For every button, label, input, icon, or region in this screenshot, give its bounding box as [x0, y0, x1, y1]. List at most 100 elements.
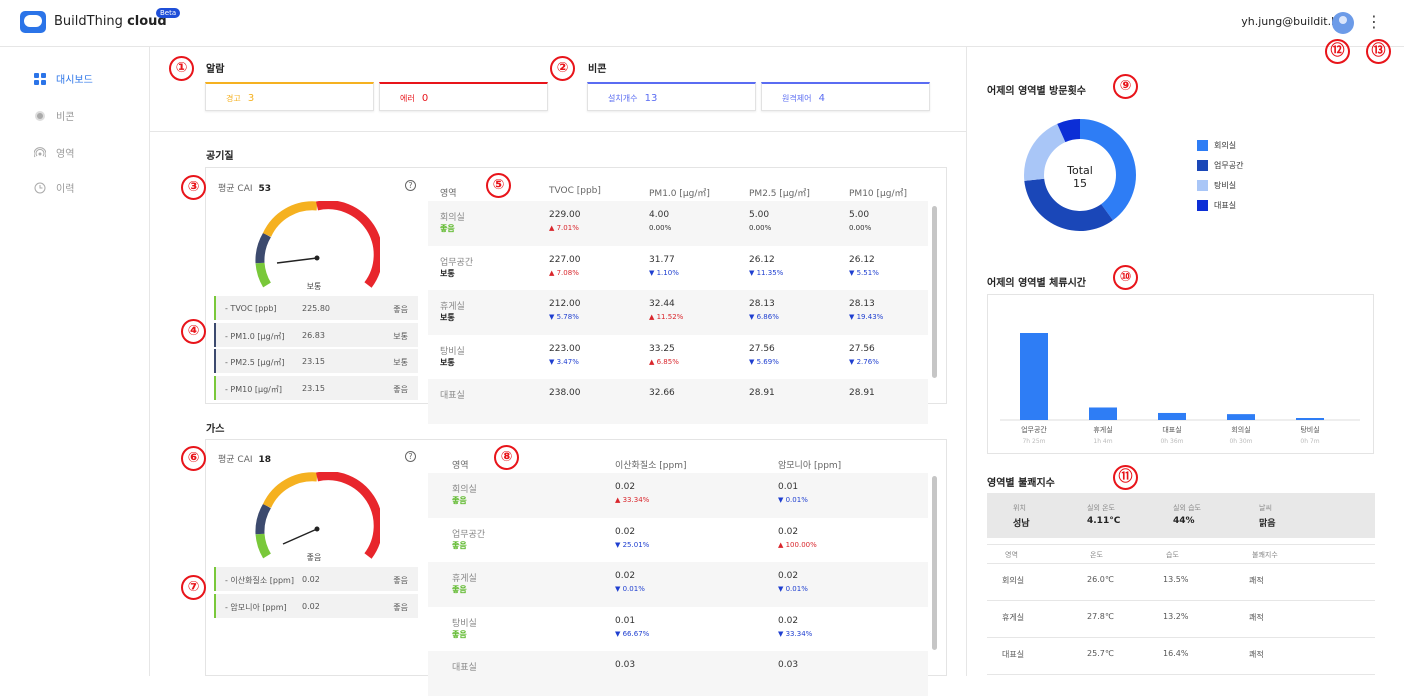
cell-value: 0.02: [778, 526, 799, 537]
cell-change: ▼ 66.67%: [615, 629, 650, 638]
sidebar-item-area[interactable]: 영역: [34, 145, 74, 160]
bar-duration-label: 0h 7m: [1300, 438, 1319, 445]
cell-change: ▼ 0.01%: [778, 585, 808, 593]
table-row[interactable]: [428, 562, 928, 607]
legend-swatch: [1197, 140, 1208, 151]
row-name: 휴게실: [440, 302, 465, 312]
sidebar-item-beacon[interactable]: 비콘: [34, 108, 74, 123]
marker-10: ⑩: [1113, 265, 1138, 290]
warning-label: 경고: [226, 94, 241, 103]
legend-item[interactable]: 업무공간: [1197, 160, 1243, 171]
help-icon[interactable]: ?: [405, 451, 416, 462]
beta-badge: Beta: [156, 8, 181, 18]
bar-대표실[interactable]: [1158, 412, 1186, 420]
cell-value: 26.12: [749, 254, 775, 265]
top-divider: [0, 46, 1404, 47]
table-row[interactable]: [428, 518, 928, 563]
bar-duration-label: 0h 36m: [1160, 438, 1183, 445]
divider: [987, 544, 1375, 545]
table-row[interactable]: [428, 379, 928, 424]
warning-value: 3: [247, 93, 255, 104]
cell-change: ▼ 11.35%: [749, 268, 784, 277]
row-divider: [987, 674, 1375, 675]
brand-name[interactable]: BuildThing cloud: [54, 14, 167, 29]
warning-card[interactable]: 경고 3: [205, 82, 374, 111]
air-cai-label: 평균 CAI: [218, 184, 253, 194]
row-name: 업무공간: [440, 257, 474, 268]
donut-total-value: 15: [1073, 177, 1087, 190]
bar-회의실[interactable]: [1227, 414, 1255, 420]
x-tick-label: 탕비실: [1300, 425, 1319, 434]
bar-업무공간[interactable]: [1020, 333, 1048, 420]
sidebar-item-label: 대시보드: [56, 75, 93, 86]
metric-row[interactable]: - 이산화질소 [ppm] 0.02 좋음: [214, 567, 418, 591]
marker-13: ⑬: [1366, 39, 1391, 64]
cell-change: ▲ 33.34%: [615, 496, 650, 504]
cell-value: 5.00: [849, 210, 870, 220]
cell-value: 0.02: [615, 482, 636, 492]
discomfort-cell: 쾌적: [1249, 576, 1264, 585]
table-row[interactable]: [428, 651, 928, 696]
more-menu-icon[interactable]: ⋮: [1366, 12, 1382, 31]
metric-name: - PM2.5 [μg/㎥]: [225, 358, 285, 367]
user-email[interactable]: yh.jung@buildit.kr: [1241, 15, 1342, 28]
cell-change: ▼ 1.10%: [649, 268, 679, 277]
remote-label: 원격제어: [782, 94, 812, 103]
metric-row[interactable]: - 암모니아 [ppm] 0.02 좋음: [214, 593, 418, 618]
air-cai: 평균 CAI 53: [218, 181, 271, 194]
weather-value: 4.11°C: [1087, 516, 1121, 526]
scrollbar[interactable]: [932, 476, 937, 650]
gas-cai: 평균 CAI 18: [218, 452, 271, 465]
bar-duration-label: 0h 30m: [1229, 438, 1252, 445]
alarm-title: 알람: [206, 64, 225, 75]
metric-row[interactable]: - PM1.0 [μg/㎥] 26.83 보통: [214, 322, 418, 347]
table-header: PM2.5 [μg/㎥]: [749, 189, 810, 199]
metric-row[interactable]: - PM2.5 [μg/㎥] 23.15 보통: [214, 349, 418, 373]
row-status: 보통: [440, 357, 455, 367]
cell-change: ▲ 11.52%: [649, 313, 684, 321]
scrollbar[interactable]: [932, 206, 937, 378]
cell-value: 238.00: [549, 388, 581, 398]
cell-change: 0.00%: [749, 224, 772, 232]
marker-1: ①: [169, 56, 194, 81]
sidebar-item-dashboard[interactable]: 대시보드: [34, 71, 93, 86]
beacon-title: 비콘: [588, 64, 607, 75]
legend-item[interactable]: 대표실: [1197, 200, 1236, 211]
metric-value: 225.80: [302, 304, 330, 313]
summary-divider: [149, 131, 966, 132]
table-header: 영역: [440, 189, 457, 199]
cell-value: 32.66: [649, 388, 675, 398]
metric-color-bar: [214, 375, 216, 400]
cell-change: ▼ 3.47%: [549, 357, 579, 366]
table-header: 영역: [452, 461, 469, 471]
table-row[interactable]: [428, 607, 928, 652]
installed-label: 설치개수: [608, 94, 638, 103]
x-tick-label: 업무공간: [1021, 425, 1047, 434]
metric-color-bar: [214, 349, 216, 373]
table-row[interactable]: [428, 473, 928, 518]
bar-duration-label: 7h 25m: [1022, 438, 1045, 445]
bar-탕비실[interactable]: [1296, 418, 1324, 420]
error-card[interactable]: 에러 0: [379, 82, 548, 111]
cell-change: ▲ 100.00%: [778, 540, 817, 549]
cell-value: 212.00: [549, 299, 581, 309]
legend-label: 탕비실: [1214, 181, 1237, 190]
sidebar-item-history[interactable]: 이력: [34, 180, 74, 195]
error-value: 0: [421, 93, 429, 104]
x-tick-label: 대표실: [1162, 425, 1181, 434]
metric-row[interactable]: - PM10 [μg/㎥] 23.15 좋음: [214, 375, 418, 400]
row-status: 좋음: [452, 585, 467, 594]
remote-card[interactable]: 원격제어 4: [761, 82, 930, 111]
marker-11: ⑪: [1113, 465, 1138, 490]
bar-휴게실[interactable]: [1089, 407, 1117, 420]
legend-swatch: [1197, 200, 1208, 211]
legend-item[interactable]: 회의실: [1197, 140, 1236, 151]
installed-card[interactable]: 설치개수 13: [587, 82, 756, 111]
avatar[interactable]: [1332, 12, 1354, 34]
help-icon[interactable]: ?: [405, 180, 416, 191]
cell-value: 26.12: [849, 254, 875, 265]
metric-row[interactable]: - TVOC [ppb] 225.80 좋음: [214, 296, 418, 320]
legend-item[interactable]: 탕비실: [1197, 180, 1236, 191]
cell-change: 0.00%: [849, 224, 872, 232]
metric-value: 23.15: [302, 357, 325, 366]
